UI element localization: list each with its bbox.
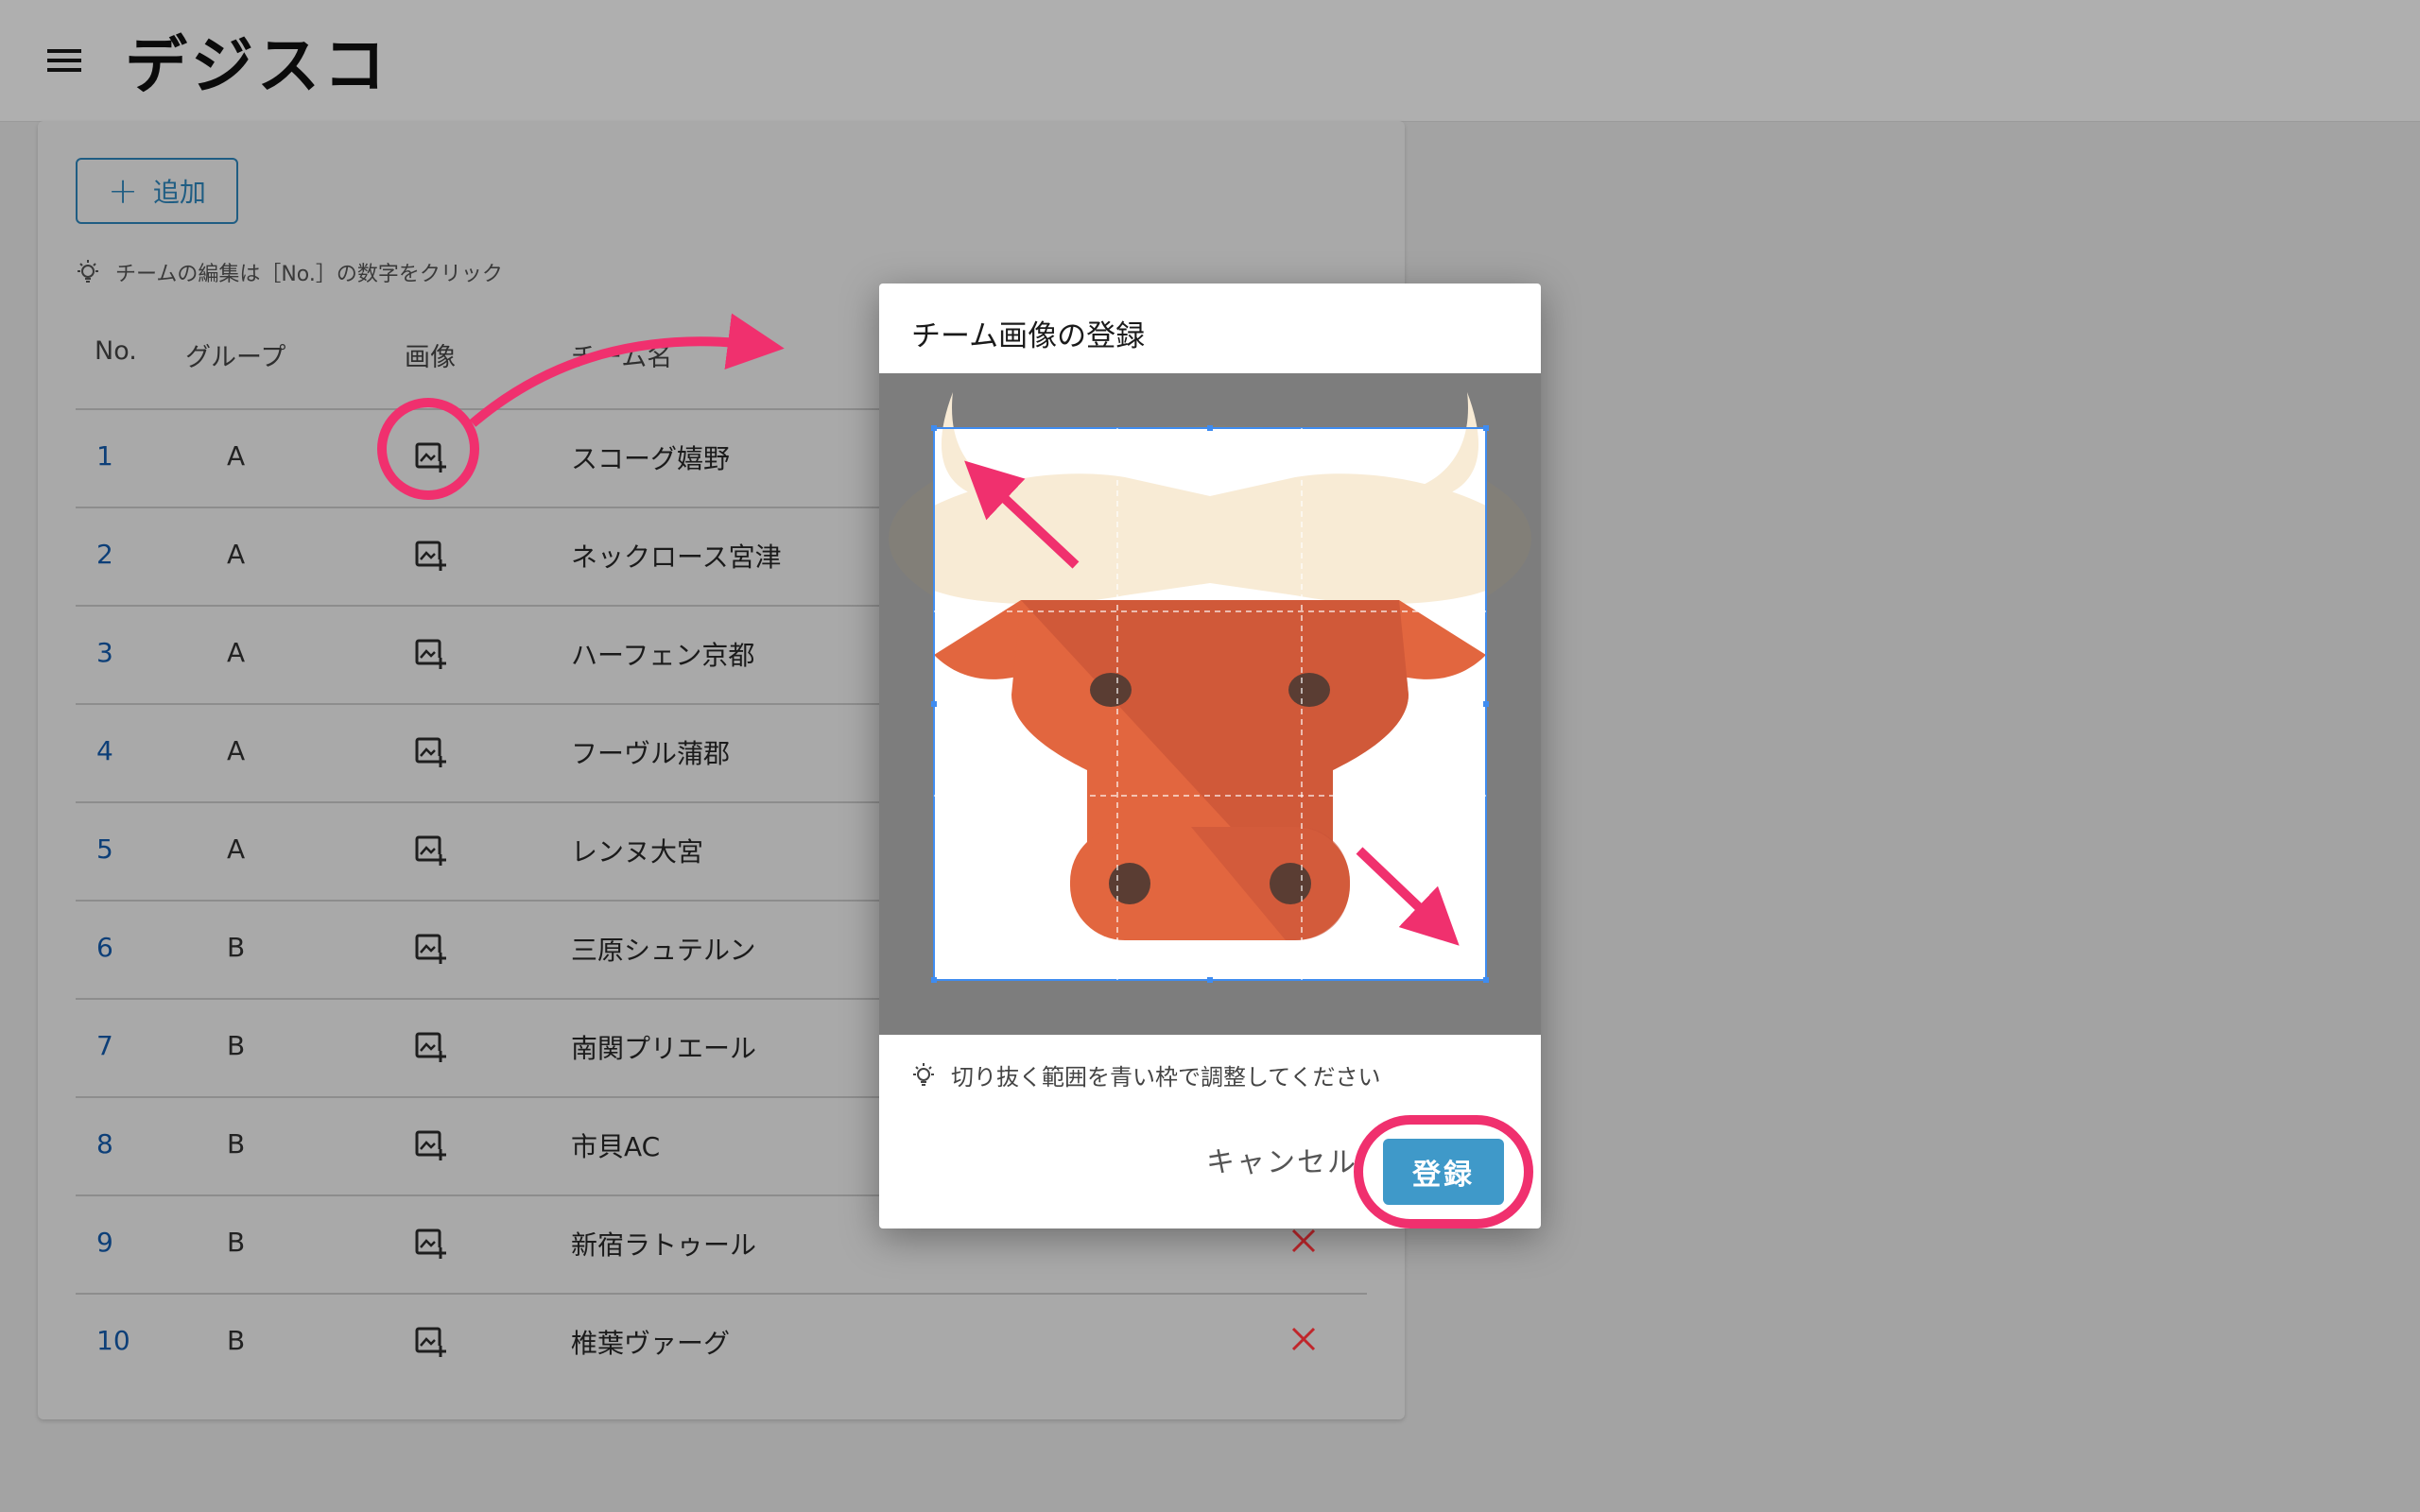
- header-group: グループ: [185, 343, 286, 372]
- crop-hint: 切り抜く範囲を青い枠で調整してください: [909, 1058, 1381, 1091]
- team-name: フーヴル蒲郡: [571, 738, 731, 769]
- add-image-icon[interactable]: [412, 537, 448, 573]
- header-image: 画像: [405, 343, 456, 372]
- image-crop-area[interactable]: [879, 373, 1541, 1035]
- team-number-link[interactable]: 6: [96, 932, 144, 963]
- add-image-icon[interactable]: [412, 1028, 448, 1064]
- team-number-link[interactable]: 2: [96, 539, 144, 570]
- team-group: B: [227, 1227, 246, 1258]
- plus-icon: +: [108, 170, 138, 212]
- team-name: 新宿ラトゥール: [571, 1229, 757, 1261]
- add-image-icon[interactable]: [412, 438, 448, 474]
- team-number-link[interactable]: 1: [96, 440, 144, 472]
- add-image-icon[interactable]: [412, 635, 448, 671]
- add-image-icon[interactable]: [412, 1323, 448, 1359]
- lightbulb-icon: [913, 1062, 934, 1086]
- team-name: レンヌ大宮: [571, 836, 704, 868]
- team-group: A: [227, 735, 246, 766]
- add-image-icon[interactable]: [412, 733, 448, 769]
- bull-image: [934, 392, 1486, 980]
- crop-hint-text: 切り抜く範囲を青い枠で調整してください: [951, 1064, 1381, 1091]
- add-image-icon[interactable]: [412, 1126, 448, 1162]
- team-group: B: [227, 1030, 246, 1061]
- team-name: ネックロース宮津: [571, 541, 782, 573]
- delete-icon[interactable]: [1288, 1225, 1320, 1257]
- team-group: B: [227, 1325, 246, 1356]
- app-header: デジスコ: [0, 0, 2420, 122]
- add-image-icon[interactable]: [412, 1225, 448, 1261]
- team-number-link[interactable]: 4: [96, 735, 144, 766]
- team-group: B: [227, 932, 246, 963]
- team-group: A: [227, 637, 246, 668]
- team-group: A: [227, 833, 246, 865]
- add-button-label: 追加: [152, 177, 206, 208]
- cancel-button[interactable]: キャンセル: [1206, 1139, 1357, 1180]
- crop-canvas[interactable]: [879, 373, 1541, 1035]
- team-number-link[interactable]: 8: [96, 1128, 144, 1160]
- team-group: B: [227, 1128, 246, 1160]
- team-number-link[interactable]: 3: [96, 637, 144, 668]
- table-row: 10 B 椎葉ヴァーグ: [76, 1295, 1367, 1391]
- dialog-title: チーム画像の登録: [911, 319, 1146, 353]
- team-name: スコーグ嬉野: [571, 443, 731, 474]
- register-button[interactable]: 登録: [1383, 1139, 1504, 1205]
- logo-text: デジスコ: [125, 29, 389, 102]
- team-name: ハーフェン京都: [571, 640, 755, 671]
- team-image-dialog: チーム画像の登録 切り抜く範囲を青い枠で調整してください キャンセル 登録: [879, 284, 1541, 1228]
- team-name: 椎葉ヴァーグ: [571, 1328, 731, 1359]
- team-group: A: [227, 440, 246, 472]
- team-number-link[interactable]: 5: [96, 833, 144, 865]
- team-number-link[interactable]: 10: [96, 1325, 144, 1356]
- add-image-icon[interactable]: [412, 832, 448, 868]
- team-number-link[interactable]: 7: [96, 1030, 144, 1061]
- header-no: No.: [95, 336, 137, 366]
- team-name: 三原シュテルン: [571, 935, 756, 966]
- delete-icon[interactable]: [1288, 1323, 1320, 1355]
- add-button[interactable]: + 追加: [76, 158, 238, 224]
- team-name: 南関プリエール: [571, 1033, 757, 1064]
- edit-hint-text: チームの編集は［No.］の数字をクリック: [115, 263, 503, 286]
- team-number-link[interactable]: 9: [96, 1227, 144, 1258]
- hamburger-menu-icon[interactable]: [45, 45, 83, 76]
- edit-hint: チームの編集は［No.］の数字をクリック: [74, 257, 503, 287]
- header-team-name: チーム名: [571, 343, 673, 372]
- team-group: A: [227, 539, 246, 570]
- lightbulb-icon: [78, 260, 98, 283]
- app-logo[interactable]: デジスコ: [125, 23, 389, 102]
- team-name: 市貝AC: [571, 1131, 661, 1162]
- add-image-icon[interactable]: [412, 930, 448, 966]
